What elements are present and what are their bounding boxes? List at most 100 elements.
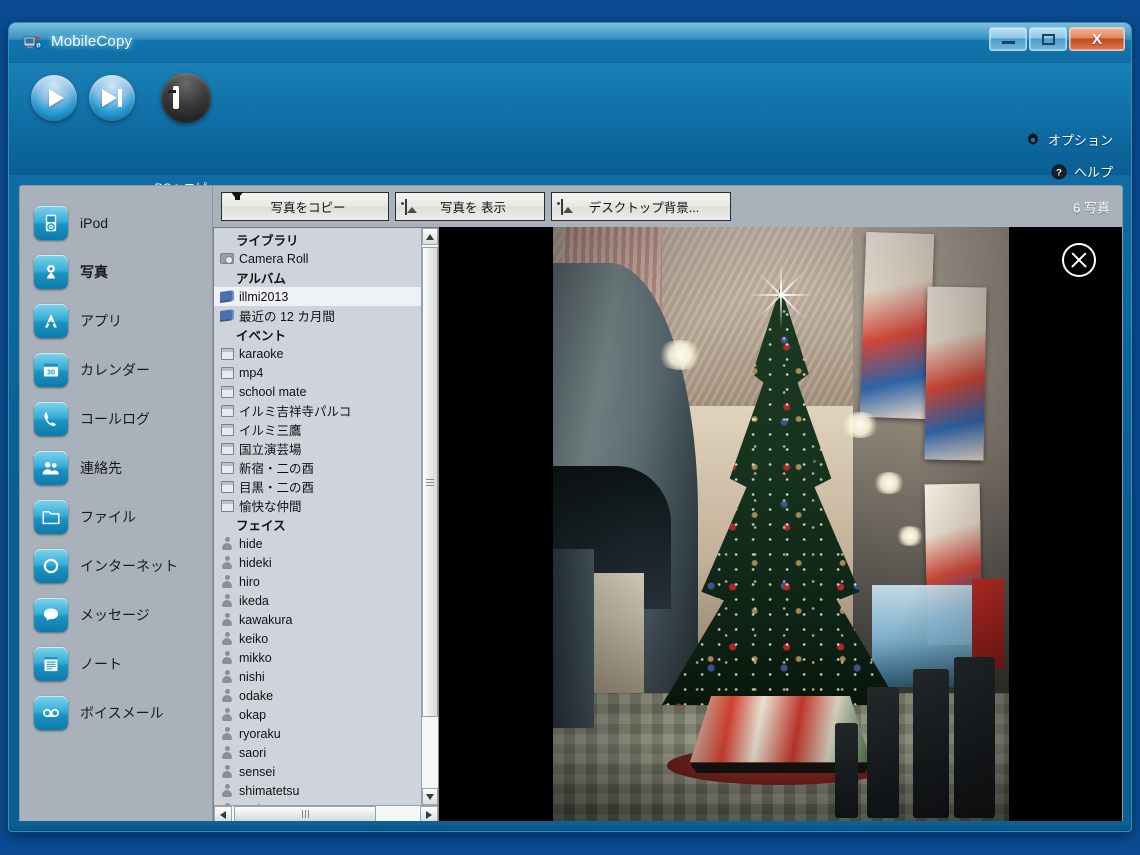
window-title: MobileCopy [51,33,133,50]
tree-item[interactable]: ryoraku [214,724,421,743]
tree-item[interactable]: 愉快な仲間 [214,496,421,515]
maximize-button[interactable] [1029,27,1067,51]
sidebar-item-11[interactable]: ボイスメール [20,688,212,737]
sidebar-item-7[interactable]: ファイル [20,492,212,541]
tree-item[interactable]: mikko [214,648,421,667]
voicemail-icon [34,695,68,730]
application-window: MobileCopy X オプション ? ヘルプ iPod 写真 アプリ 30 … [8,22,1132,832]
options-link[interactable]: オプション [1025,130,1113,149]
tree-item[interactable]: 国立演芸場 [214,439,421,458]
tree-item[interactable]: Camera Roll [214,249,421,268]
sidebar-item-label: ノート [80,655,122,672]
tree-item[interactable]: hiro [214,572,421,591]
tree-item[interactable]: school mate [214,382,421,401]
vertical-scroll-track[interactable] [422,245,438,788]
tree-item[interactable]: nishi [214,667,421,686]
tree-item[interactable]: odake [214,686,421,705]
tree-item[interactable]: 新宿・二の酉 [214,458,421,477]
title-bar: MobileCopy X [9,23,1131,63]
tree-item[interactable]: saori [214,743,421,762]
tree-group-header: ライブラリ [236,234,299,248]
tree-item[interactable]: karaoke [214,344,421,363]
sidebar-item-label: ファイル [80,508,136,525]
sidebar-item-10[interactable]: ノート [20,639,212,688]
chevron-up-icon [426,233,434,240]
gear-icon [1025,132,1041,148]
sidebar-item-label: 連絡先 [80,459,122,476]
sidebar-item-label: アプリ [80,312,122,329]
tree-item-label: keiko [239,631,269,646]
help-label: ヘルプ [1073,165,1113,180]
sidebar-item-9[interactable]: メッセージ [20,590,212,639]
sidebar-item-label: カレンダー [80,361,150,378]
minimize-button[interactable] [989,27,1027,51]
desktop-background-label: デスクトップ背景... [588,201,700,215]
close-icon: X [1091,30,1102,48]
vertical-scroll-thumb[interactable] [422,247,438,717]
maximize-icon [1041,33,1055,45]
photo-count-label: 6 写真 [1073,200,1110,215]
tree-item[interactable]: okap [214,705,421,724]
next-track-icon [102,89,122,107]
sidebar-item-3[interactable]: アプリ [20,296,212,345]
tree-item-label: illmi2013 [239,289,289,304]
close-photo-button[interactable] [1062,243,1096,277]
sidebar-item-5[interactable]: コールログ [20,394,212,443]
copy-photos-button[interactable]: 写真をコピー [221,191,389,221]
sidebar-item-1[interactable]: iPod [20,198,212,247]
play-button[interactable] [31,75,77,121]
person-icon [220,746,234,760]
tree-item[interactable]: sensei [214,762,421,781]
tree-item-label: hide [239,536,263,551]
main-toolbar: PCへコピー オプション ? ヘルプ [9,63,1131,195]
sidebar-item-label: 写真 [80,263,108,280]
person-icon [220,537,234,551]
help-link[interactable]: ? ヘルプ [1051,162,1113,181]
show-photos-button[interactable]: 写真を 表示 [395,192,545,221]
tree-item-label: 愉快な仲間 [239,500,302,514]
tree-item-label: odake [239,688,274,703]
scroll-down-button[interactable] [422,788,438,805]
ipod-icon [34,205,68,240]
tree-item[interactable]: 目黒・二の酉 [214,477,421,496]
window-footer [9,821,1131,831]
tree-item-label: hiro [239,574,260,589]
sidebar-item-2[interactable]: 写真 [20,247,212,296]
picture-icon [561,198,563,215]
desktop-background-button[interactable]: デスクトップ背景... [551,192,731,221]
album-tree-inner: ライブラリ Camera Roll アルバム illmi2013 最近の 12 カ月間イ… [214,228,438,805]
tree-item[interactable]: ikeda [214,591,421,610]
sidebar-item-4[interactable]: 30 カレンダー [20,345,212,394]
event-icon [220,480,234,494]
tree-item[interactable]: shimatetsu [214,781,421,800]
desktop-background: MobileCopy X オプション ? ヘルプ iPod 写真 アプリ 30 … [0,0,1140,855]
next-track-button[interactable] [89,75,135,121]
main-panel: 写真をコピー 写真を 表示 デスクトップ背景... 6 写真 ライブラリ Cam… [213,186,1122,824]
contacts-icon [34,450,68,485]
tree-item[interactable]: hide [214,534,421,553]
tree-item[interactable]: keiko [214,629,421,648]
close-button[interactable]: X [1069,27,1125,51]
copy-to-pc-button[interactable] [161,73,211,123]
tree-item[interactable]: hideki [214,553,421,572]
event-icon [220,347,234,361]
tree-item[interactable]: kawakura [214,610,421,629]
tree-item-label: イルミ吉祥寺パルコ [239,405,352,419]
person-icon [220,803,234,805]
tree-vertical-scrollbar[interactable] [421,228,438,805]
tree-item-selected[interactable]: illmi2013 [214,287,421,306]
copy-photos-label: 写真をコピー [270,201,346,215]
scroll-grip-icon [426,477,434,488]
tree-item-label: kawakura [239,612,293,627]
album-tree[interactable]: ライブラリ Camera Roll アルバム illmi2013 最近の 12 カ月間イ… [214,228,421,805]
tree-item[interactable]: mp4 [214,363,421,382]
sidebar-item-6[interactable]: 連絡先 [20,443,212,492]
tree-item-label: saori [239,745,267,760]
album-tree-panel: ライブラリ Camera Roll アルバム illmi2013 最近の 12 カ月間イ… [213,227,439,824]
tree-item[interactable]: 最近の 12 カ月間 [214,306,421,325]
person-icon [220,556,234,570]
scroll-up-button[interactable] [422,228,438,245]
tree-item[interactable]: イルミ三鷹 [214,420,421,439]
sidebar-item-8[interactable]: インターネット [20,541,212,590]
tree-item[interactable]: イルミ吉祥寺パルコ [214,401,421,420]
